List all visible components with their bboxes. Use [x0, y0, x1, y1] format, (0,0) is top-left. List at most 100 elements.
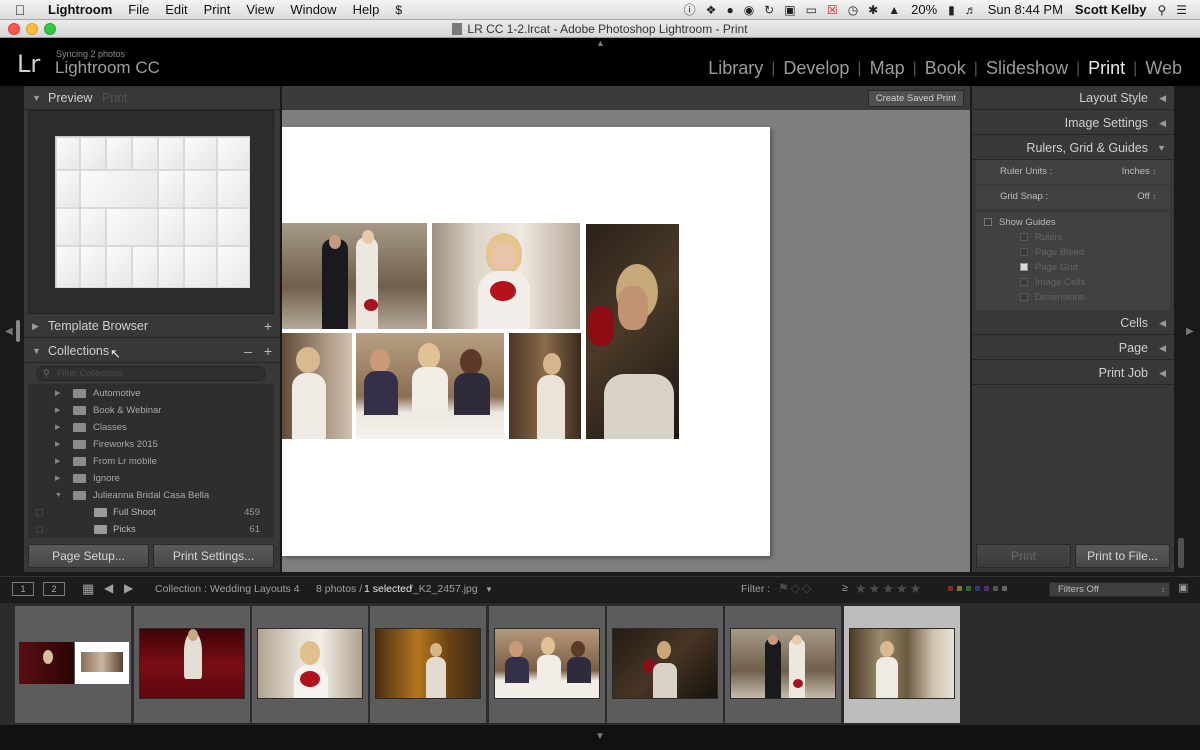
- list-icon[interactable]: ☰: [1176, 0, 1187, 20]
- expand-arrow-icon[interactable]: ▶: [55, 453, 60, 470]
- zoom-window-button[interactable]: [44, 23, 56, 35]
- collapse-top-panel-icon[interactable]: ▲: [596, 38, 605, 48]
- grid-snap-select[interactable]: Off: [1137, 185, 1156, 209]
- rating-operator-icon[interactable]: ≥: [842, 582, 848, 594]
- rulers-grid-guides-header[interactable]: Rulers, Grid & Guides ▼: [972, 136, 1174, 160]
- collection-set-fireworks[interactable]: ▶ Fireworks 2015: [28, 436, 274, 453]
- photo-cell-bride-pose[interactable]: [282, 333, 352, 439]
- close-window-button[interactable]: [8, 23, 20, 35]
- checkbox-box[interactable]: [1020, 248, 1028, 256]
- battery-icon[interactable]: ▮: [948, 0, 955, 20]
- primary-window-button[interactable]: 1: [12, 582, 34, 596]
- camera-icon[interactable]: ▣: [784, 0, 795, 20]
- collections-header[interactable]: ▼ Collections ↖ – +: [24, 339, 280, 363]
- search-icon[interactable]: ⚲: [1157, 0, 1166, 20]
- purple-label-swatch[interactable]: [984, 586, 989, 591]
- sync-icon[interactable]: ↻: [764, 0, 774, 20]
- show-guides-checkbox[interactable]: Show Guides: [984, 217, 1056, 229]
- lock-filter-icon[interactable]: ▣: [1178, 581, 1188, 594]
- photo-cell-bride-roses[interactable]: [432, 223, 580, 329]
- wifi-icon[interactable]: ▲: [888, 0, 900, 20]
- right-panel-collapse-icon[interactable]: ▶: [1186, 326, 1196, 337]
- photo-cell-bride-window[interactable]: [509, 333, 581, 439]
- collection-source-label[interactable]: Collection : Wedding Layouts 4: [155, 583, 300, 595]
- right-panel-scrollbar[interactable]: [1178, 538, 1184, 568]
- filmstrip-thumb[interactable]: [489, 606, 605, 723]
- print-to-file-button[interactable]: Print to File...: [1075, 544, 1170, 568]
- user-name[interactable]: Scott Kelby: [1075, 2, 1147, 17]
- collection-set-book-webinar[interactable]: ▶ Book & Webinar: [28, 402, 274, 419]
- module-library[interactable]: Library: [700, 58, 771, 79]
- module-print[interactable]: Print: [1080, 58, 1133, 79]
- page-grid-checkbox[interactable]: Page Grid: [1020, 262, 1078, 274]
- menu-lightroom[interactable]: Lightroom: [40, 2, 120, 17]
- menu-file[interactable]: File: [120, 2, 157, 17]
- rulers-checkbox[interactable]: Rulers: [1020, 232, 1062, 244]
- collection-set-automotive[interactable]: ▶ Automotive: [28, 385, 274, 402]
- ruler-units-select[interactable]: Inches: [1122, 160, 1156, 184]
- green-label-swatch[interactable]: [966, 586, 971, 591]
- filmstrip-thumb[interactable]: [15, 606, 131, 723]
- add-template-icon[interactable]: +: [264, 314, 272, 338]
- menu-help[interactable]: Help: [345, 2, 388, 17]
- target-collection-checkbox[interactable]: [36, 509, 43, 516]
- checkbox-box[interactable]: [1020, 278, 1028, 286]
- bluetooth-icon[interactable]: ✱: [868, 0, 878, 20]
- filmstrip-thumb-selected[interactable]: [844, 606, 960, 723]
- checkbox-box[interactable]: [984, 218, 992, 226]
- back-arrow-icon[interactable]: ◀: [104, 581, 113, 595]
- red-label-swatch[interactable]: [948, 586, 953, 591]
- time-machine-icon[interactable]: ◷: [848, 0, 858, 20]
- menu-view[interactable]: View: [238, 2, 282, 17]
- page-header[interactable]: Page ◀: [972, 336, 1174, 360]
- gray-label-swatch[interactable]: [1002, 586, 1007, 591]
- clock[interactable]: Sun 8:44 PM: [988, 2, 1063, 17]
- apple-menu-icon[interactable]: : [0, 2, 40, 18]
- filename-dropdown-icon[interactable]: ▼: [485, 585, 493, 594]
- display-icon[interactable]: ▭: [806, 0, 817, 20]
- print-job-header[interactable]: Print Job ◀: [972, 361, 1174, 385]
- checkmark-icon[interactable]: [1020, 263, 1028, 271]
- blue-label-swatch[interactable]: [975, 586, 980, 591]
- collapse-filmstrip-icon[interactable]: ▼: [595, 731, 605, 742]
- menu-print[interactable]: Print: [196, 2, 239, 17]
- module-web[interactable]: Web: [1137, 58, 1190, 79]
- left-panel-scrollbar[interactable]: [16, 320, 20, 342]
- menu-window[interactable]: Window: [282, 2, 344, 17]
- expand-arrow-icon[interactable]: ▶: [55, 436, 60, 453]
- left-panel-collapse-icon[interactable]: ◀: [5, 326, 15, 337]
- menu-edit[interactable]: Edit: [157, 2, 195, 17]
- expand-arrow-icon[interactable]: ▶: [55, 470, 60, 487]
- gray-label-swatch[interactable]: [993, 586, 998, 591]
- expand-arrow-icon[interactable]: ▶: [55, 419, 60, 436]
- evernote-icon[interactable]: ●: [726, 0, 733, 20]
- forward-arrow-icon[interactable]: ▶: [124, 581, 133, 595]
- image-cells-checkbox[interactable]: Image Cells: [1020, 277, 1085, 289]
- ruler-units-row[interactable]: Ruler Units : Inches: [976, 160, 1170, 184]
- checkbox-box[interactable]: [1020, 293, 1028, 301]
- template-browser-header[interactable]: ▶ Template Browser +: [24, 314, 280, 338]
- target-collection-checkbox[interactable]: [36, 526, 43, 533]
- dimensions-checkbox[interactable]: Dimensions: [1020, 292, 1085, 304]
- collection-set-classes[interactable]: ▶ Classes: [28, 419, 274, 436]
- yellow-label-swatch[interactable]: [957, 586, 962, 591]
- collection-full-shoot[interactable]: Full Shoot 459: [28, 504, 274, 521]
- volume-icon[interactable]: ♬: [965, 0, 977, 20]
- collection-set-julieanna[interactable]: ▼ Julieanna Bridal Casa Bella: [28, 487, 274, 504]
- layout-style-header[interactable]: Layout Style ◀: [972, 86, 1174, 110]
- grid-view-icon[interactable]: ▦: [82, 581, 94, 597]
- photo-cell-bridesmaids[interactable]: [356, 333, 504, 439]
- photo-cell-bride-dark[interactable]: [586, 224, 679, 439]
- flag-filter-icons[interactable]: ⚑◇◇: [778, 581, 813, 595]
- module-book[interactable]: Book: [917, 58, 974, 79]
- filmstrip-thumb[interactable]: [725, 606, 841, 723]
- filmstrip-thumb[interactable]: [607, 606, 723, 723]
- collection-set-lr-mobile[interactable]: ▶ From Lr mobile: [28, 453, 274, 470]
- filmstrip-thumb[interactable]: [134, 606, 250, 723]
- page-bleed-checkbox[interactable]: Page Bleed: [1020, 247, 1084, 259]
- star-rating-filter[interactable]: ★★★★★: [855, 581, 923, 597]
- info-icon[interactable]: ⓘ: [684, 0, 696, 20]
- filters-preset-select[interactable]: Filters Off ↕: [1049, 582, 1170, 597]
- blocked-icon[interactable]: ☒: [827, 0, 838, 20]
- preview-panel-header[interactable]: ▼ Preview Print: [24, 86, 280, 110]
